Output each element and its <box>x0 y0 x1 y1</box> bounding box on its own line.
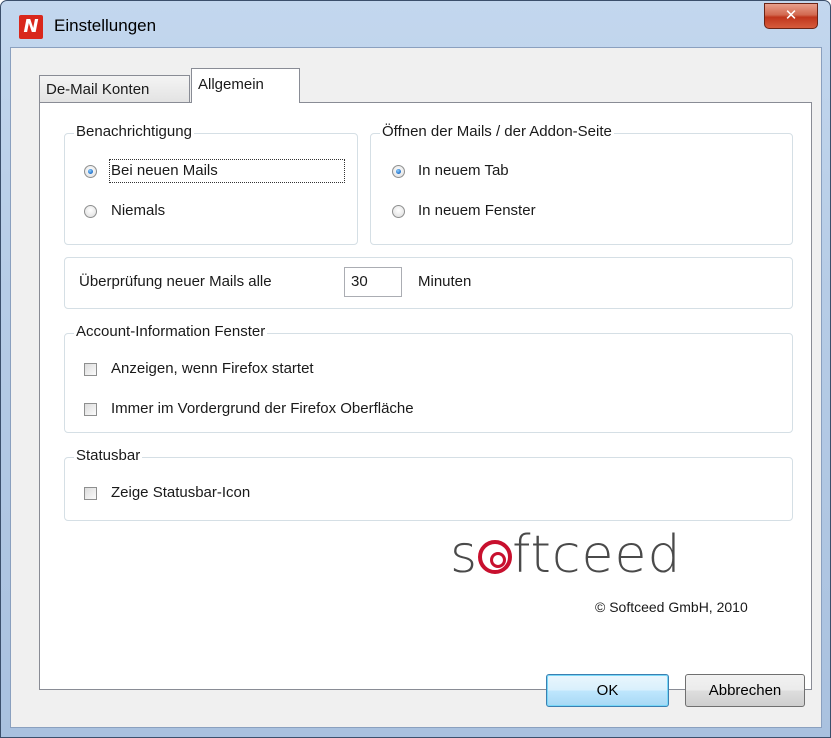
interval-minutes-input[interactable]: 30 <box>344 267 402 297</box>
checkbox-always-on-top-label[interactable]: Immer im Vordergrund der Firefox Oberflä… <box>111 399 414 419</box>
open-mode-legend: Öffnen der Mails / der Addon-Seite <box>380 123 614 140</box>
title-bar[interactable]: N Einstellungen ✕ <box>1 1 830 47</box>
close-button[interactable]: ✕ <box>764 3 818 29</box>
softceed-logo: s ftceed <box>450 525 681 585</box>
radio-niemals[interactable] <box>84 205 97 218</box>
radio-in-neuem-tab-label[interactable]: In neuem Tab <box>418 161 509 181</box>
check-interval-group: Überprüfung neuer Mails alle 30 Minuten <box>64 257 793 309</box>
radio-in-neuem-fenster[interactable] <box>392 205 405 218</box>
checkbox-statusbar-icon[interactable] <box>84 487 97 500</box>
radio-niemals-label[interactable]: Niemals <box>111 201 165 221</box>
account-window-group: Account-Information Fenster Anzeigen, we… <box>64 323 793 433</box>
notification-legend: Benachrichtigung <box>74 123 194 140</box>
copyright-text: © Softceed GmbH, 2010 <box>595 599 748 615</box>
cancel-button[interactable]: Abbrechen <box>685 674 805 707</box>
radio-in-neuem-fenster-label[interactable]: In neuem Fenster <box>418 201 536 221</box>
tab-panel-allgemein: Benachrichtigung Bei neuen Mails Niemals… <box>39 102 812 690</box>
ok-button[interactable]: OK <box>546 674 669 707</box>
open-mode-group: Öffnen der Mails / der Addon-Seite In ne… <box>370 123 793 245</box>
tab-de-mail-konten[interactable]: De-Mail Konten <box>39 75 190 102</box>
statusbar-group: Statusbar Zeige Statusbar-Icon <box>64 447 793 521</box>
tab-allgemein[interactable]: Allgemein <box>191 68 300 103</box>
dialog-client-area: De-Mail Konten Allgemein Benachrichtigun… <box>10 47 822 728</box>
logo-prefix: s <box>450 525 479 585</box>
settings-window: N Einstellungen ✕ De-Mail Konten Allgeme… <box>0 0 831 738</box>
logo-target-icon <box>478 540 513 574</box>
account-window-legend: Account-Information Fenster <box>74 323 268 340</box>
radio-in-neuem-tab[interactable] <box>392 165 405 178</box>
checkbox-statusbar-icon-label[interactable]: Zeige Statusbar-Icon <box>111 483 250 503</box>
interval-unit-label: Minuten <box>418 273 472 290</box>
checkbox-show-on-startup[interactable] <box>84 363 97 376</box>
app-logo-icon: N <box>19 15 43 39</box>
radio-bei-neuen-mails-label[interactable]: Bei neuen Mails <box>109 159 345 183</box>
check-interval-label: Überprüfung neuer Mails alle <box>79 273 272 290</box>
radio-bei-neuen-mails[interactable] <box>84 165 97 178</box>
window-title: Einstellungen <box>54 16 157 35</box>
notification-group: Benachrichtigung Bei neuen Mails Niemals <box>64 123 358 245</box>
checkbox-show-on-startup-label[interactable]: Anzeigen, wenn Firefox startet <box>111 359 314 379</box>
logo-suffix: ftceed <box>512 525 682 585</box>
statusbar-legend: Statusbar <box>74 447 143 464</box>
checkbox-always-on-top[interactable] <box>84 403 97 416</box>
